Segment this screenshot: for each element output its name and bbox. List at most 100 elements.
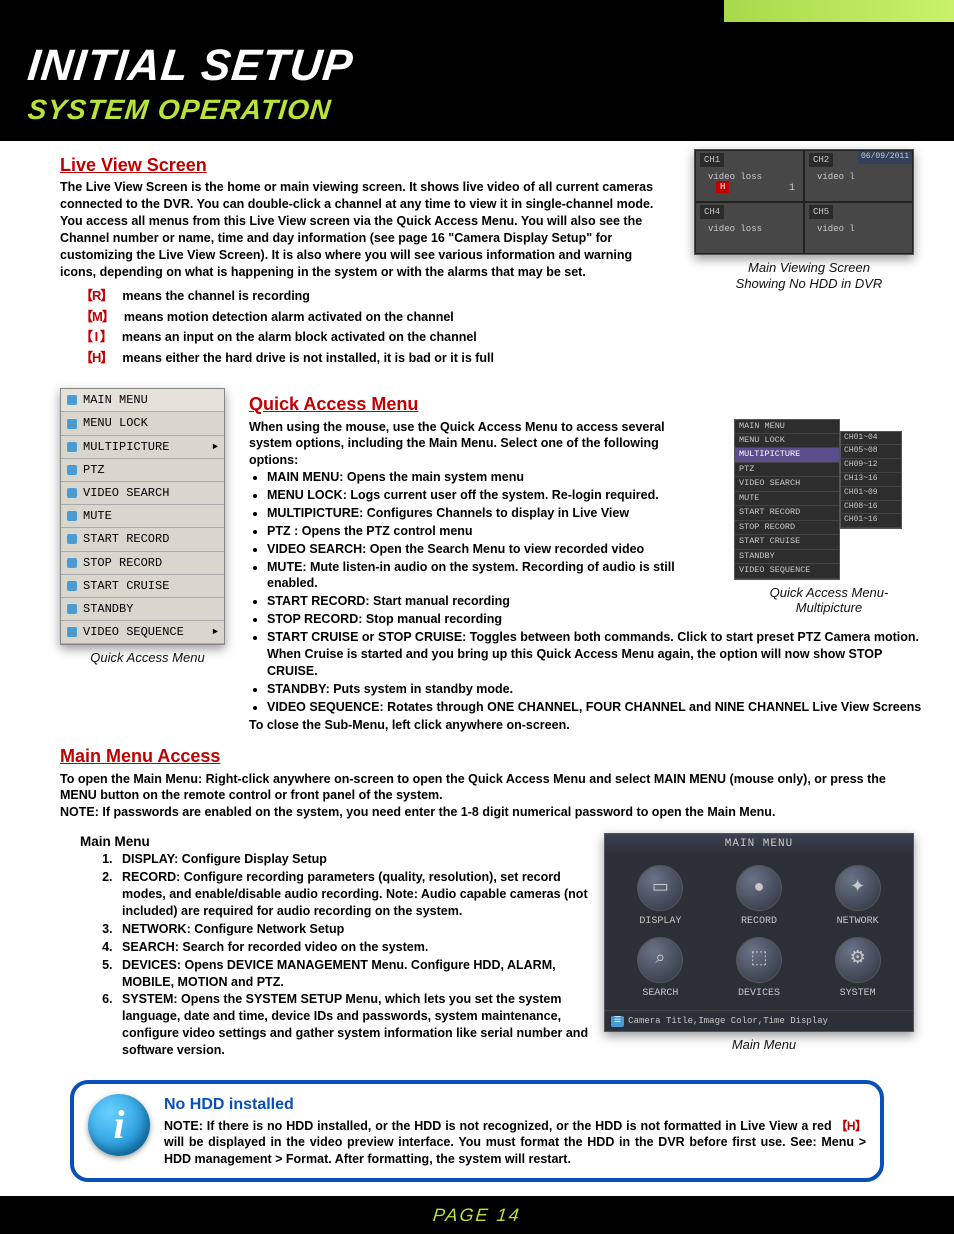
mm-item: DEVICES: Opens DEVICE MANAGEMENT Menu. C… <box>116 957 590 991</box>
qam-item: STOP RECORD <box>61 552 224 575</box>
ch5-status: video l <box>817 223 855 235</box>
qam-bullet: START CRUISE or STOP CRUISE: Toggles bet… <box>267 629 924 680</box>
system-icon: ⚙ <box>835 937 881 983</box>
qam-bullet: STOP RECORD: Stop manual recording <box>267 611 687 628</box>
qam-section: MAIN MENU MENU LOCK MULTIPICTURE PTZ VID… <box>60 388 924 734</box>
h-chip: H <box>716 181 729 193</box>
mm-btn-display: ▭DISPLAY <box>615 865 706 929</box>
chip-m: 【M】 <box>80 308 114 326</box>
qam-item: MUTE <box>61 505 224 528</box>
qam-bullet: MAIN MENU: Opens the main system menu <box>267 469 687 486</box>
ch5-label: CH5 <box>809 205 833 219</box>
mm-btn-network: ✦ NETWORK <box>812 865 903 929</box>
chip-i: 【 I 】 <box>80 328 112 346</box>
page-footer: PAGE 14 <box>0 1196 954 1234</box>
mm-btn-label: SEARCH <box>615 987 706 1001</box>
legend-i-text: means an input on the alarm block activa… <box>122 329 477 346</box>
mma-note: NOTE: If passwords are enabled on the sy… <box>60 804 924 821</box>
hdd-note-pre: NOTE: If there is no HDD installed, or t… <box>164 1119 836 1133</box>
ch4-label: CH4 <box>700 205 724 219</box>
mm-btn-label: DISPLAY <box>615 915 706 929</box>
hdd-note-post: will be displayed in the video preview i… <box>164 1135 866 1166</box>
mm-panel-title: MAIN MENU <box>605 834 913 855</box>
mm-caption: Main Menu <box>604 1036 924 1054</box>
qam-item: VIDEO SEQUENCE <box>61 621 224 644</box>
legend-m: 【M】 means motion detection alarm activate… <box>80 308 680 326</box>
qam-bullet: STANDBY: Puts system in standby mode. <box>267 681 924 698</box>
qam-item: PTZ <box>61 459 224 482</box>
page-content: Live View Screen The Live View Screen is… <box>0 141 954 1182</box>
mm-item: DISPLAY: Configure Display Setup <box>116 851 590 868</box>
ch2-label: CH2 <box>809 153 833 167</box>
live-view-heading: Live View Screen <box>60 153 680 177</box>
qam-caption-r2: Multipicture <box>734 599 924 617</box>
ch1-label: CH1 <box>700 153 724 167</box>
mma-heading: Main Menu Access <box>60 744 924 768</box>
hdd-note-box: i No HDD installed NOTE: If there is no … <box>70 1080 884 1182</box>
page-title: INITIAL SETUP <box>25 36 954 95</box>
qam-item: START RECORD <box>61 528 224 551</box>
qam-item: STANDBY <box>61 598 224 621</box>
mm-item: RECORD: Configure recording parameters (… <box>116 869 590 920</box>
qam-sub-item: CH01~04 <box>841 432 901 446</box>
qam-intro: When using the mouse, use the Quick Acce… <box>249 419 669 470</box>
legend-r: 【R】means the channel is recording <box>80 287 680 305</box>
qam-small-item: START CRUISE <box>735 535 839 549</box>
mm-btn-record: ●RECORD <box>714 865 805 929</box>
mm-btn-label: SYSTEM <box>812 987 903 1001</box>
mm-panel-footer: Camera Title,Image Color,Time Display <box>605 1010 913 1031</box>
accent-stripe <box>724 0 954 18</box>
qam-sub-item: CH09~12 <box>841 459 901 473</box>
qam-bullet: VIDEO SEARCH: Open the Search Menu to vi… <box>267 541 687 558</box>
hdd-note-heading: No HDD installed <box>164 1094 866 1116</box>
devices-icon: ⬚ <box>736 937 782 983</box>
qam-small-item: MENU LOCK <box>735 434 839 448</box>
hdd-note-body: NOTE: If there is no HDD installed, or t… <box>164 1118 866 1169</box>
legend-m-text: means motion detection alarm activated o… <box>124 309 454 326</box>
ch2-status: video l <box>817 171 855 183</box>
qam-sub-item: CH05~08 <box>841 445 901 459</box>
mma-body: To open the Main Menu: Right-click anywh… <box>60 771 924 805</box>
chip-r: 【R】 <box>80 287 112 305</box>
info-icon: i <box>88 1094 150 1156</box>
chip-h: 【H】 <box>80 349 112 367</box>
qam-bullet: MULTIPICTURE: Configures Channels to dis… <box>267 505 687 522</box>
qam-menu-screenshot: MAIN MENU MENU LOCK MULTIPICTURE PTZ VID… <box>60 388 225 645</box>
qam-sub-item: CH08~16 <box>841 501 901 515</box>
qam-sub-item: CH01~16 <box>841 514 901 528</box>
page-number: PAGE 14 <box>432 1203 522 1227</box>
search-icon: ⌕ <box>637 937 683 983</box>
topbar <box>0 0 954 18</box>
qam-small-item: MULTIPICTURE <box>735 448 839 462</box>
mm-btn-label: NETWORK <box>812 915 903 929</box>
qam-sub-item: CH13~16 <box>841 473 901 487</box>
legend-i: 【 I 】 means an input on the alarm block a… <box>80 328 680 346</box>
one: 1 <box>789 182 795 196</box>
mm-btn-label: DEVICES <box>714 987 805 1001</box>
qam-small-item: MAIN MENU <box>735 420 839 434</box>
icon-legend: 【R】means the channel is recording 【M】 mea… <box>80 287 680 368</box>
qam-multipicture-screenshot: MAIN MENU MENU LOCK MULTIPICTURE PTZ VID… <box>734 419 924 580</box>
qam-item: MULTIPICTURE <box>61 436 224 459</box>
live-view-section: Live View Screen The Live View Screen is… <box>60 149 924 370</box>
qam-bullets: MAIN MENU: Opens the main system menu ME… <box>267 469 687 628</box>
qam-item: START CRUISE <box>61 575 224 598</box>
title-block: INITIAL SETUP SYSTEM OPERATION <box>0 18 954 141</box>
qam-small-item: VIDEO SEARCH <box>735 477 839 491</box>
network-icon: ✦ <box>835 865 881 911</box>
qam-item: VIDEO SEARCH <box>61 482 224 505</box>
qam-bullet: VIDEO SEQUENCE: Rotates through ONE CHAN… <box>267 699 924 716</box>
qam-item: MAIN MENU <box>61 389 224 412</box>
qam-bullets-contd: START CRUISE or STOP CRUISE: Toggles bet… <box>267 629 924 715</box>
mm-btn-devices: ⬚ DEVICES <box>714 937 805 1001</box>
mainmenu-screenshot: MAIN MENU ▭DISPLAY ●RECORD ✦ NETWORK ⌕ SEA… <box>604 833 914 1032</box>
qam-bullet: MENU LOCK: Logs current user off the sys… <box>267 487 687 504</box>
record-icon: ● <box>736 865 782 911</box>
mm-item: NETWORK: Configure Network Setup <box>116 921 590 938</box>
legend-h: 【H】means either the hard drive is not in… <box>80 349 680 367</box>
mm-item: SYSTEM: Opens the SYSTEM SETUP Menu, whi… <box>116 991 590 1059</box>
qam-caption-left: Quick Access Menu <box>60 649 235 667</box>
qam-sub-item: CH01~09 <box>841 487 901 501</box>
mm-btn-system: ⚙ SYSTEM <box>812 937 903 1001</box>
mainmenu-list: DISPLAY: Configure Display Setup RECORD:… <box>116 851 590 1059</box>
